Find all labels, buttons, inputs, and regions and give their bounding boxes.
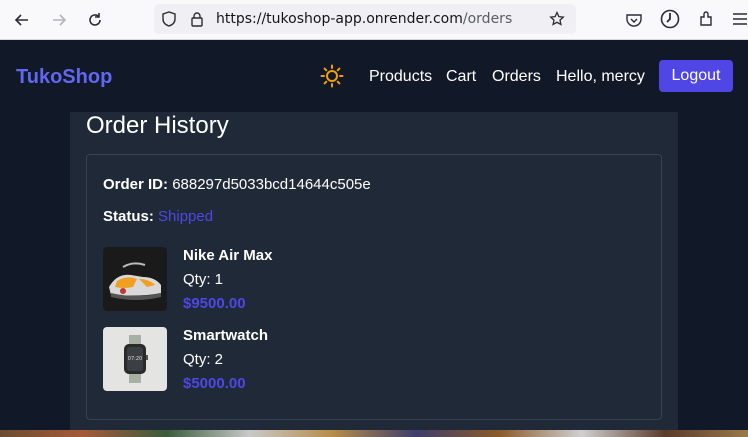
url-host: https://tukoshop-app.onrender.com xyxy=(216,11,463,27)
status-badge: Shipped xyxy=(158,208,214,225)
order-card: Order ID: 688297d5033bcd14644c505e Statu… xyxy=(86,154,662,420)
shield-icon[interactable] xyxy=(160,10,178,28)
item-price: $9500.00 xyxy=(183,295,246,312)
back-icon[interactable] xyxy=(10,8,34,32)
item-price: $5000.00 xyxy=(183,375,246,392)
svg-text:07:20: 07:20 xyxy=(128,356,142,362)
extensions-icon[interactable] xyxy=(696,9,716,29)
forward-icon[interactable] xyxy=(47,8,71,32)
reload-icon[interactable] xyxy=(83,8,107,32)
app-header: TukoShop Products Cart Orders Hello, mer… xyxy=(0,40,748,112)
user-greeting: Hello, mercy xyxy=(556,68,645,85)
page-title: Order History xyxy=(86,112,229,139)
brand-logo[interactable]: TukoShop xyxy=(16,66,112,89)
browser-toolbar: https://tukoshop-app.onrender.com/orders xyxy=(0,0,748,40)
menu-icon[interactable] xyxy=(730,9,748,29)
order-status-row: Status: Shipped xyxy=(103,208,213,225)
logout-button[interactable]: Logout xyxy=(659,60,733,92)
nav-cart[interactable]: Cart xyxy=(446,68,476,86)
url-path: /orders xyxy=(462,11,513,27)
order-id-label: Order ID: xyxy=(103,176,169,193)
item-qty: Qty: 2 xyxy=(183,351,224,368)
star-icon[interactable] xyxy=(548,10,566,28)
order-id-row: Order ID: 688297d5033bcd14644c505e xyxy=(103,176,371,193)
nav-orders[interactable]: Orders xyxy=(492,68,541,86)
item-qty: Qty: 1 xyxy=(183,271,224,288)
item-name: Smartwatch xyxy=(183,327,269,344)
url-bar[interactable]: https://tukoshop-app.onrender.com/orders xyxy=(154,4,576,34)
url-text[interactable]: https://tukoshop-app.onrender.com/orders xyxy=(216,11,512,27)
orders-panel: Order History Order ID: 688297d5033bcd14… xyxy=(70,112,678,437)
account-icon[interactable] xyxy=(659,8,681,30)
status-label: Status: xyxy=(103,208,154,225)
list-item: Nike Air Max Qty: 1 $9500.00 xyxy=(103,247,643,312)
item-name: Nike Air Max xyxy=(183,247,273,264)
nav-products[interactable]: Products xyxy=(369,68,432,86)
product-image-sneaker[interactable] xyxy=(103,247,167,311)
sun-icon[interactable] xyxy=(320,64,344,88)
list-item: 07:20 Smartwatch Qty: 2 $5000.00 xyxy=(103,327,643,392)
taskbar-strip xyxy=(0,430,748,437)
pocket-icon[interactable] xyxy=(624,10,644,30)
order-id-value: 688297d5033bcd14644c505e xyxy=(172,176,371,193)
product-image-smartwatch[interactable]: 07:20 xyxy=(103,327,167,391)
lock-icon[interactable] xyxy=(188,10,206,28)
